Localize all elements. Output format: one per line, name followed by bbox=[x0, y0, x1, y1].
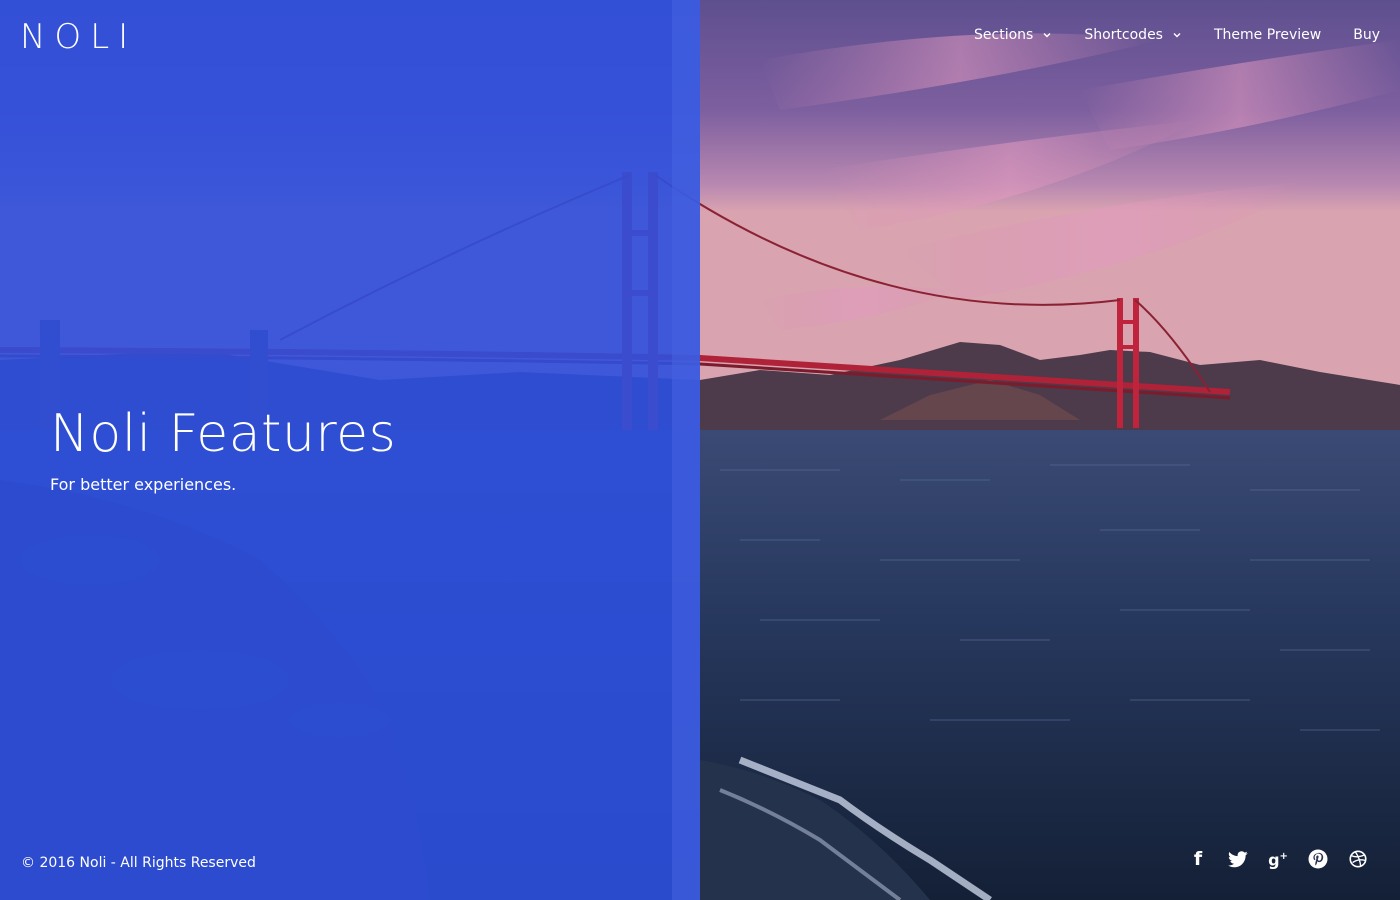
nav-item-buy[interactable]: Buy bbox=[1353, 24, 1380, 46]
twitter-icon bbox=[1228, 850, 1248, 867]
google-plus-link[interactable]: g+ bbox=[1258, 846, 1298, 872]
pinterest-link[interactable] bbox=[1298, 846, 1338, 872]
copyright-text: © 2016 Noli - All Rights Reserved bbox=[21, 855, 256, 871]
dribbble-icon bbox=[1349, 850, 1367, 868]
nav-item-label: Buy bbox=[1353, 27, 1380, 43]
site-logo[interactable]: NOLI bbox=[20, 20, 137, 54]
social-links: f g+ bbox=[1178, 846, 1378, 872]
nav-item-theme-preview[interactable]: Theme Preview bbox=[1214, 24, 1321, 46]
nav-item-sections[interactable]: Sections bbox=[974, 24, 1052, 46]
google-plus-icon: g+ bbox=[1268, 850, 1288, 870]
dribbble-link[interactable] bbox=[1338, 846, 1378, 872]
facebook-link[interactable]: f bbox=[1178, 846, 1218, 872]
main-nav: Sections Shortcodes Theme Preview Buy bbox=[942, 24, 1380, 46]
pinterest-icon bbox=[1308, 849, 1328, 869]
overlay-edge bbox=[672, 0, 700, 900]
nav-item-shortcodes[interactable]: Shortcodes bbox=[1084, 24, 1182, 46]
nav-item-label: Sections bbox=[974, 27, 1034, 43]
nav-item-label: Shortcodes bbox=[1084, 27, 1163, 43]
chevron-down-icon bbox=[1173, 33, 1181, 38]
hero-title: Noli Features bbox=[50, 404, 397, 464]
chevron-down-icon bbox=[1043, 33, 1051, 38]
hero-subtitle: For better experiences. bbox=[50, 475, 237, 494]
twitter-link[interactable] bbox=[1218, 846, 1258, 872]
nav-item-label: Theme Preview bbox=[1213, 27, 1322, 43]
facebook-icon: f bbox=[1193, 848, 1203, 870]
